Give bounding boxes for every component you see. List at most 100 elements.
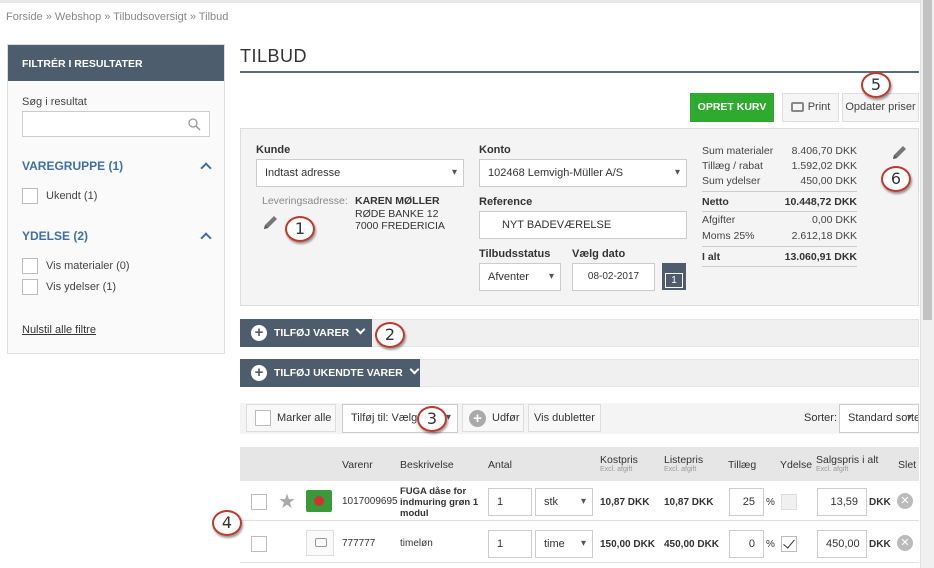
customer-value: Indtast adresse: [265, 167, 341, 179]
row-total-input[interactable]: 450,00: [817, 530, 867, 558]
chevron-up-icon[interactable]: [200, 232, 212, 244]
summary-divider: [702, 246, 857, 247]
calendar-icon[interactable]: 1: [662, 263, 686, 290]
row-qty-input[interactable]: 1: [488, 530, 532, 558]
sort-value: Standard sorte: [848, 412, 919, 424]
sort-select[interactable]: Standard sorte: [839, 404, 919, 433]
select-all-button[interactable]: Marker alle: [246, 404, 336, 432]
reset-filters-link[interactable]: Nulstil alle filtre: [22, 324, 96, 336]
row-list-price: 450,00 DKK: [664, 539, 720, 550]
col-varenr[interactable]: Varenr: [342, 459, 373, 471]
row-service-checkbox[interactable]: [781, 536, 797, 552]
delivery-street: RØDE BANKE 12: [355, 208, 439, 220]
search-input[interactable]: [22, 111, 210, 137]
delete-icon[interactable]: ✕: [897, 535, 913, 551]
summary-value: 13.060,91 DKK: [784, 251, 857, 263]
summary-divider: [702, 266, 857, 267]
summary-label: Sum materialer: [702, 145, 774, 157]
page-title: TILBUD: [240, 46, 308, 66]
delivery-city: 7000 FREDERICIA: [355, 220, 445, 232]
add-items-button[interactable]: + TILFØJ VARER: [240, 319, 372, 347]
create-cart-button[interactable]: OPRET KURV: [690, 93, 774, 122]
col-ydelse[interactable]: Ydelse: [780, 459, 812, 471]
col-antal[interactable]: Antal: [488, 459, 512, 471]
col-listepris-sub: Excl. afgift: [664, 466, 697, 473]
date-label: Vælg dato: [572, 248, 626, 260]
summary-value: 450,00 DKK: [800, 175, 857, 187]
row-qty-input[interactable]: 1: [488, 488, 532, 516]
filter-checkbox-materialer[interactable]: [22, 258, 38, 274]
summary-value: 2.612,18 DKK: [791, 230, 857, 242]
show-duplicates-button[interactable]: Vis dubletter: [528, 404, 601, 432]
summary-label: I alt: [702, 251, 721, 263]
edit-address-pencil-icon[interactable]: [262, 213, 280, 231]
select-all-label: Marker alle: [277, 412, 332, 424]
plus-icon: +: [469, 410, 486, 427]
row-checkbox[interactable]: [251, 536, 267, 552]
filter-checkbox-ukendt[interactable]: [22, 188, 38, 204]
row-unit-select[interactable]: stk: [535, 488, 593, 516]
row-surcharge-input[interactable]: 25: [729, 488, 764, 516]
col-kostpris-sub: Excl. afgift: [600, 466, 633, 473]
row-service-checkbox[interactable]: [781, 494, 797, 510]
summary-label: Tillæg / rabat: [702, 160, 763, 172]
edit-summary-pencil-icon[interactable]: [891, 143, 909, 161]
reference-input[interactable]: NYT BADEVÆRELSE: [479, 211, 687, 239]
filter-group-varegruppe[interactable]: VAREGRUPPE (1): [22, 159, 123, 173]
row-varenr[interactable]: 777777: [342, 538, 375, 549]
delete-icon[interactable]: ✕: [897, 493, 913, 509]
col-listepris[interactable]: Listepris Excl. afgift: [664, 454, 703, 473]
filter-checkbox-ydelser[interactable]: [22, 279, 38, 295]
account-label: Konto: [479, 144, 511, 156]
col-kostpris[interactable]: Kostpris Excl. afgift: [600, 454, 638, 473]
account-value: 102468 Lemvigh-Müller A/S: [488, 167, 624, 179]
chevron-up-icon[interactable]: [200, 162, 212, 174]
date-input[interactable]: 08-02-2017: [572, 263, 655, 291]
col-beskrivelse[interactable]: Beskrivelse: [400, 459, 454, 471]
print-button[interactable]: Print: [782, 93, 839, 122]
row-cost: 150,00 DKK: [600, 539, 656, 550]
add-items-label: TILFØJ VARER: [274, 327, 350, 339]
search-icon[interactable]: [188, 118, 201, 131]
row-total-input[interactable]: 13,59: [817, 488, 867, 516]
camera-icon-body: [315, 538, 327, 547]
delivery-name: KAREN MØLLER: [355, 195, 440, 207]
summary-divider: [702, 211, 857, 212]
select-all-checkbox[interactable]: [255, 410, 271, 426]
customer-select[interactable]: Indtast adresse: [256, 159, 464, 187]
col-salgspris[interactable]: Salgspris i alt Excl. afgift: [816, 454, 878, 473]
col-salgspris-label: Salgspris i alt: [816, 454, 879, 466]
page-scrollbar[interactable]: [920, 0, 934, 568]
filter-option-label: Ukendt (1): [46, 190, 98, 202]
filter-group-ydelse[interactable]: YDELSE (2): [22, 229, 88, 243]
scrollbar-thumb[interactable]: [923, 0, 932, 320]
breadcrumb[interactable]: Forside » Webshop » Tilbudsoversigt » Ti…: [6, 11, 228, 23]
status-label: Tilbudsstatus: [479, 248, 551, 260]
execute-button[interactable]: + Udfør: [462, 404, 524, 432]
col-kostpris-label: Kostpris: [600, 454, 638, 466]
summary-row: Afgifter 0,00 DKK: [702, 214, 857, 226]
row-varenr[interactable]: 1017009695: [342, 496, 398, 507]
product-image-detail: [314, 496, 324, 506]
row-unit-value: time: [544, 538, 565, 550]
row-unit-select[interactable]: time: [535, 530, 593, 558]
reference-label: Reference: [479, 196, 533, 208]
col-tillaeg[interactable]: Tillæg: [728, 459, 756, 471]
row-description[interactable]: FUGA dåse for indmuring grøn 1 modul: [400, 486, 482, 519]
star-icon[interactable]: ★: [278, 489, 296, 514]
status-select[interactable]: Afventer: [479, 263, 561, 291]
row-description[interactable]: timeløn: [400, 538, 433, 549]
product-thumbnail: [306, 490, 332, 512]
row-checkbox[interactable]: [251, 494, 267, 510]
calendar-day: 1: [665, 273, 683, 288]
summary-row: Sum materialer 8.406,70 DKK: [702, 145, 857, 157]
print-label: Print: [807, 101, 831, 113]
callout-2: 2: [375, 322, 405, 348]
reference-value: NYT BADEVÆRELSE: [502, 219, 612, 231]
row-percent-sign: %: [766, 497, 775, 508]
sort-label: Sorter:: [804, 412, 838, 424]
callout-6: 6: [881, 166, 911, 192]
add-unknown-items-button[interactable]: + TILFØJ UKENDTE VARER: [240, 359, 420, 387]
account-select[interactable]: 102468 Lemvigh-Müller A/S: [479, 159, 687, 187]
row-surcharge-input[interactable]: 0: [729, 530, 764, 558]
